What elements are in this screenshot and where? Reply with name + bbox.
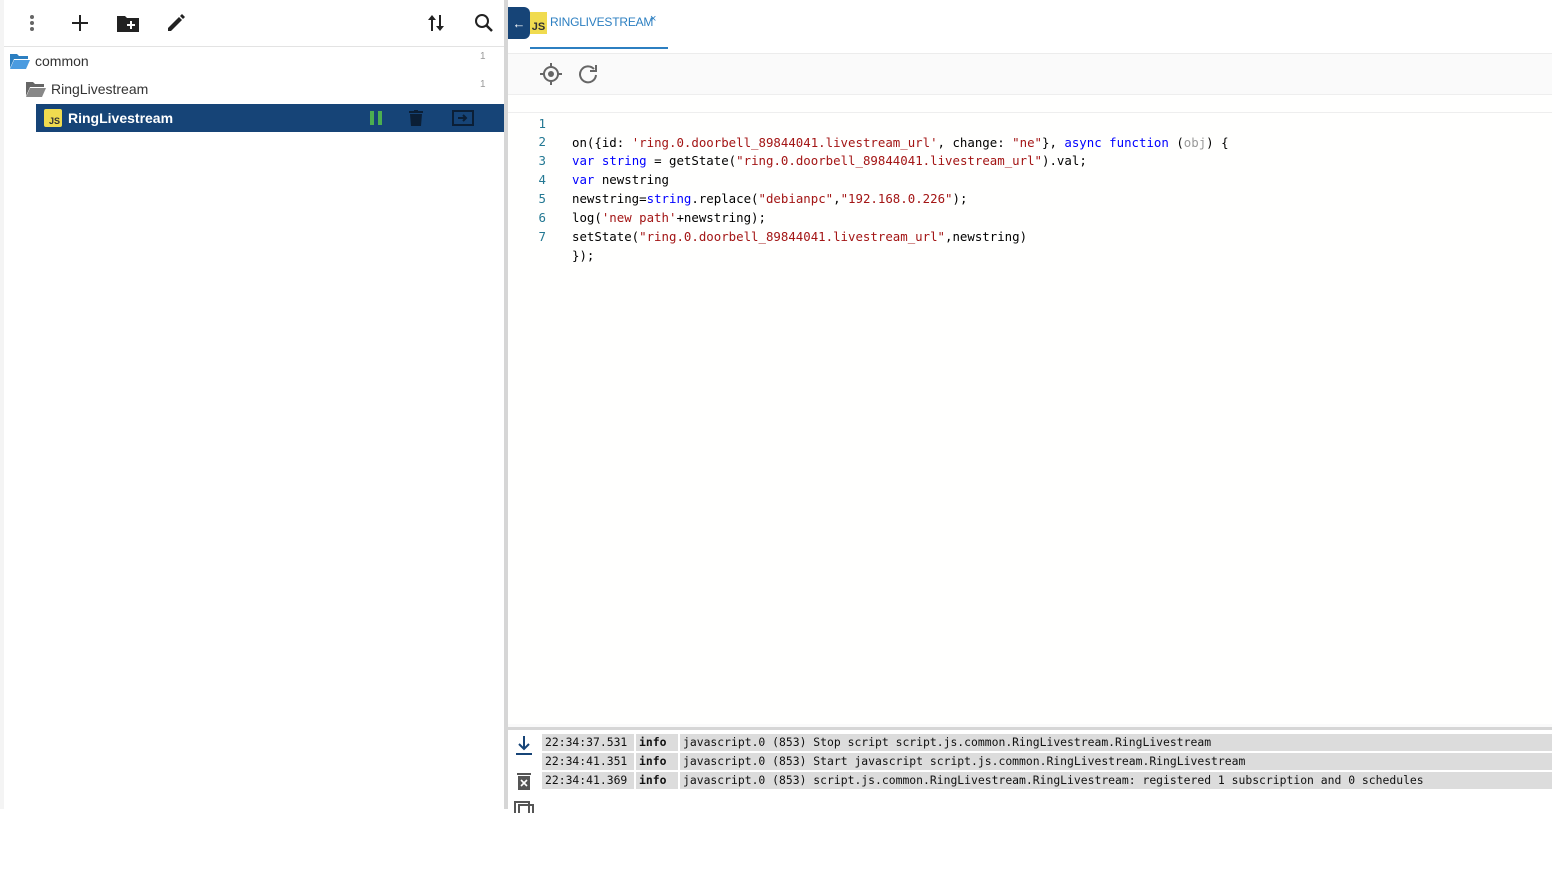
line-number: 7	[538, 229, 546, 244]
back-arrow-icon[interactable]: ←	[508, 7, 530, 39]
delete-icon[interactable]	[409, 110, 423, 129]
clear-log-icon[interactable]	[517, 772, 531, 795]
log-message: javascript.0 (853) Stop script script.js…	[683, 735, 1212, 749]
code-editor[interactable]: 1 on({id: 'ring.0.doorbell_89844041.live…	[508, 94, 1552, 724]
log-time: 22:34:41.369	[545, 773, 628, 787]
editor-panel: ← JS RINGLIVESTREAM × 1 on({id: 'ring.0.…	[508, 0, 1552, 820]
add-icon[interactable]	[68, 11, 92, 35]
log-time: 22:34:41.351	[545, 754, 628, 768]
tab-label: RINGLIVESTREAM	[550, 15, 654, 29]
tree-folder-ringlivestream[interactable]: RingLivestream 1	[26, 75, 500, 103]
code-line: 2 var string = getState("ring.0.doorbell…	[508, 113, 1552, 168]
folder-open-icon	[26, 82, 46, 97]
more-vert-icon[interactable]	[20, 11, 44, 35]
code-line: 4 newstring=string.replace("debianpc","1…	[508, 151, 1552, 206]
tree-script-ringlivestream[interactable]: JS RingLivestream	[36, 104, 504, 132]
export-icon[interactable]	[452, 110, 474, 129]
log-message: javascript.0 (853) script.js.common.Ring…	[683, 773, 1424, 787]
js-file-icon: JS	[44, 109, 62, 127]
locate-icon[interactable]	[540, 63, 562, 90]
scroll-down-icon[interactable]	[516, 736, 532, 761]
pause-icon[interactable]	[370, 111, 382, 128]
log-level: info	[639, 735, 667, 749]
log-level: info	[639, 773, 667, 787]
edit-icon[interactable]	[164, 11, 188, 35]
item-count: 1	[480, 79, 486, 90]
editor-tabbar: ← JS RINGLIVESTREAM ×	[508, 0, 1552, 54]
log-time: 22:34:37.531	[545, 735, 628, 749]
script-explorer-panel: common 1 RingLivestream 1 JS RingLivestr…	[0, 0, 504, 809]
sort-icon[interactable]	[424, 11, 448, 35]
tree-item-label: RingLivestream	[68, 110, 174, 126]
tree-item-label: common	[35, 53, 89, 69]
tab-ringlivestream[interactable]: JS RINGLIVESTREAM ×	[530, 0, 668, 49]
folder-open-icon	[10, 54, 30, 69]
log-row: 22:34:41.369 info javascript.0 (853) scr…	[542, 772, 1552, 789]
log-panel: 22:34:37.531 info javascript.0 (853) Sto…	[508, 727, 1552, 820]
log-level: info	[639, 754, 667, 768]
js-file-icon: JS	[530, 12, 547, 34]
log-row: 22:34:37.531 info javascript.0 (853) Sto…	[542, 734, 1552, 751]
create-new-folder-icon[interactable]	[116, 11, 140, 35]
copy-icon[interactable]	[514, 800, 534, 820]
code-line: 3 var newstring	[508, 132, 1552, 187]
close-icon[interactable]: ×	[650, 13, 656, 25]
search-icon[interactable]	[472, 11, 496, 35]
item-count: 1	[480, 51, 486, 62]
tree-folder-common[interactable]: common 1	[10, 47, 500, 75]
log-row: 22:34:41.351 info javascript.0 (853) Sta…	[542, 753, 1552, 770]
log-message: javascript.0 (853) Start javascript scri…	[683, 754, 1246, 768]
refresh-icon[interactable]	[578, 64, 598, 89]
code-line: 5 log('new path'+newstring);	[508, 170, 1552, 225]
explorer-toolbar	[4, 0, 504, 47]
tree-item-label: RingLivestream	[51, 81, 149, 97]
code-line: 1 on({id: 'ring.0.doorbell_89844041.live…	[508, 94, 1552, 150]
code-line: 6 setState("ring.0.doorbell_89844041.liv…	[508, 189, 1552, 244]
editor-actions	[508, 54, 1552, 94]
code-line: 7 });	[508, 208, 1552, 263]
log-toolbar	[508, 730, 542, 820]
